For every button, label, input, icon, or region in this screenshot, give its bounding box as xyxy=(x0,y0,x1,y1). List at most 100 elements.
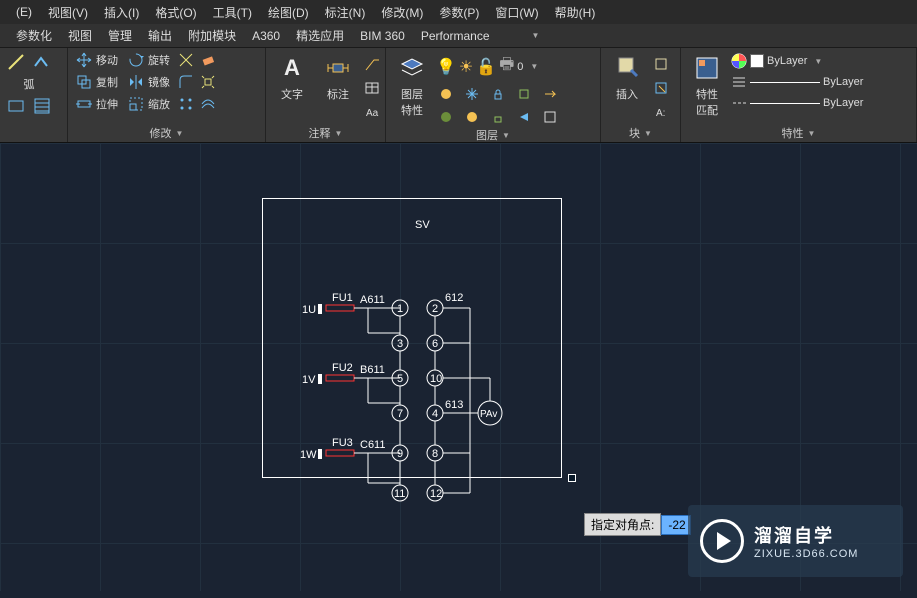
menu-item[interactable]: 格式(O) xyxy=(147,4,204,21)
dimension-button[interactable]: 标注 xyxy=(316,50,360,104)
layer-properties-button[interactable]: 图层 特性 xyxy=(390,50,434,120)
chevron-down-icon[interactable]: ▼ xyxy=(176,129,184,138)
color-wheel-icon xyxy=(731,53,747,69)
array-icon[interactable] xyxy=(176,94,196,114)
stretch-button[interactable]: 拉伸 xyxy=(72,96,122,112)
layer-state-icon[interactable] xyxy=(540,107,560,127)
menu-item[interactable]: 窗口(W) xyxy=(487,4,546,21)
scale-button[interactable]: 缩放 xyxy=(124,96,174,112)
linetype-dropdown[interactable]: ByLayer xyxy=(731,94,863,112)
tab[interactable]: 参数化 xyxy=(8,27,60,44)
menu-item[interactable]: 绘图(D) xyxy=(260,4,317,21)
menu-bar: (E) 视图(V) 插入(I) 格式(O) 工具(T) 绘图(D) 标注(N) … xyxy=(0,0,917,24)
mtext-icon[interactable]: Aa xyxy=(362,102,382,122)
leader-icon[interactable] xyxy=(362,54,382,74)
layer-dropdown[interactable]: 💡 ☀ 🔓 🖶 0 ▼ xyxy=(436,52,538,81)
chevron-down-icon[interactable]: ▼ xyxy=(335,129,343,138)
menu-item[interactable]: 帮助(H) xyxy=(547,4,604,21)
tab[interactable]: BIM 360 xyxy=(352,29,413,43)
explode-icon[interactable] xyxy=(198,72,218,92)
panel-title: 图层 xyxy=(476,127,498,143)
edit-block-icon[interactable] xyxy=(651,78,671,98)
layer-freeze-icon[interactable] xyxy=(462,84,482,104)
prompt-label: 指定对角点: xyxy=(584,513,661,536)
chevron-down-icon[interactable]: ▼ xyxy=(808,129,816,138)
svg-text:C611: C611 xyxy=(360,439,385,451)
svg-text:PAv: PAv xyxy=(480,409,497,420)
copy-button[interactable]: 复制 xyxy=(72,74,122,90)
properties-button[interactable]: 特性匹配 xyxy=(685,50,729,120)
menu-item[interactable]: 修改(M) xyxy=(373,4,431,21)
move-button[interactable]: 移动 xyxy=(72,52,122,68)
svg-text:1: 1 xyxy=(397,303,403,315)
color-swatch xyxy=(750,54,764,68)
svg-text:10: 10 xyxy=(430,373,442,385)
menu-item[interactable]: 工具(T) xyxy=(205,4,260,21)
table-icon[interactable] xyxy=(362,78,382,98)
layer-unlock-icon[interactable] xyxy=(488,107,508,127)
svg-text:6: 6 xyxy=(432,338,438,350)
tab[interactable]: 附加模块 xyxy=(180,27,244,44)
tab[interactable]: 输出 xyxy=(140,27,180,44)
svg-text:5: 5 xyxy=(397,373,403,385)
layer-iso-icon[interactable] xyxy=(514,84,534,104)
tab[interactable]: A360 xyxy=(244,29,288,43)
arc-label[interactable]: 弧 xyxy=(20,76,39,92)
tab[interactable]: 精选应用 xyxy=(288,27,352,44)
prompt-input[interactable]: -22 xyxy=(661,515,691,535)
text-button[interactable]: A 文字 xyxy=(270,50,314,104)
panel-title: 注释 xyxy=(309,125,331,141)
svg-text:12: 12 xyxy=(430,488,442,500)
drawing-canvas[interactable]: SV 1U FU1 A611 1V FU2 B611 1W FU3 C611 xyxy=(0,143,917,591)
svg-text:9: 9 xyxy=(397,448,403,460)
panel-block: 插入 A: 块▼ xyxy=(601,48,681,142)
lineweight-dropdown[interactable]: ByLayer xyxy=(731,73,863,91)
ribbon-tabs: 参数化 视图 管理 输出 附加模块 A360 精选应用 BIM 360 Perf… xyxy=(0,24,917,48)
layer-lock-icon[interactable] xyxy=(488,84,508,104)
polyline-icon[interactable] xyxy=(30,50,54,74)
watermark: 溜溜自学 ZIXUE.3D66.COM xyxy=(688,505,903,577)
sun-icon: ☀ xyxy=(459,57,473,77)
ribbon: 弧 移动 旋转 复制 镜像 拉伸 xyxy=(0,48,917,143)
trim-icon[interactable] xyxy=(176,50,196,70)
create-block-icon[interactable] xyxy=(651,54,671,74)
play-icon xyxy=(700,519,744,563)
rotate-button[interactable]: 旋转 xyxy=(124,52,174,68)
color-dropdown[interactable]: ByLayer ▼ xyxy=(731,52,822,70)
insert-block-button[interactable]: 插入 xyxy=(605,50,649,104)
tab-overflow-icon[interactable] xyxy=(504,29,520,43)
fillet-icon[interactable] xyxy=(176,72,196,92)
layer-on-icon[interactable] xyxy=(436,107,456,127)
line-icon[interactable] xyxy=(4,50,28,74)
erase-icon[interactable] xyxy=(198,50,218,70)
tab[interactable]: 视图 xyxy=(60,27,100,44)
offset-icon[interactable] xyxy=(198,94,218,114)
layer-thaw-icon[interactable] xyxy=(462,107,482,127)
menu-item[interactable]: 插入(I) xyxy=(96,4,147,21)
watermark-url: ZIXUE.3D66.COM xyxy=(754,548,858,560)
tab[interactable]: 管理 xyxy=(100,27,140,44)
layer-off-icon[interactable] xyxy=(436,84,456,104)
svg-text:B611: B611 xyxy=(360,364,385,376)
plot-icon: 🖶 xyxy=(499,53,514,80)
svg-text:7: 7 xyxy=(397,408,403,420)
chevron-down-icon[interactable]: ▼ xyxy=(644,129,652,138)
svg-text:612: 612 xyxy=(445,292,463,304)
menu-item[interactable]: 参数(P) xyxy=(431,4,487,21)
rect-icon[interactable] xyxy=(4,94,28,118)
menu-item[interactable]: 标注(N) xyxy=(317,4,374,21)
chevron-down-icon[interactable]: ▼ xyxy=(524,31,548,40)
mirror-button[interactable]: 镜像 xyxy=(124,74,174,90)
menu-item[interactable]: 视图(V) xyxy=(40,4,96,21)
tab[interactable]: Performance xyxy=(413,29,498,43)
lock-icon: 🔓 xyxy=(476,57,496,77)
panel-layer: 图层 特性 💡 ☀ 🔓 🖶 0 ▼ xyxy=(386,48,601,142)
svg-text:A:: A: xyxy=(656,108,665,119)
svg-text:A611: A611 xyxy=(360,294,385,306)
layer-match-icon[interactable] xyxy=(540,84,560,104)
menu-item[interactable]: (E) xyxy=(8,5,40,19)
hatch-icon[interactable] xyxy=(30,94,54,118)
layer-prev-icon[interactable] xyxy=(514,107,534,127)
chevron-down-icon[interactable]: ▼ xyxy=(502,131,510,140)
attr-icon[interactable]: A: xyxy=(651,102,671,122)
